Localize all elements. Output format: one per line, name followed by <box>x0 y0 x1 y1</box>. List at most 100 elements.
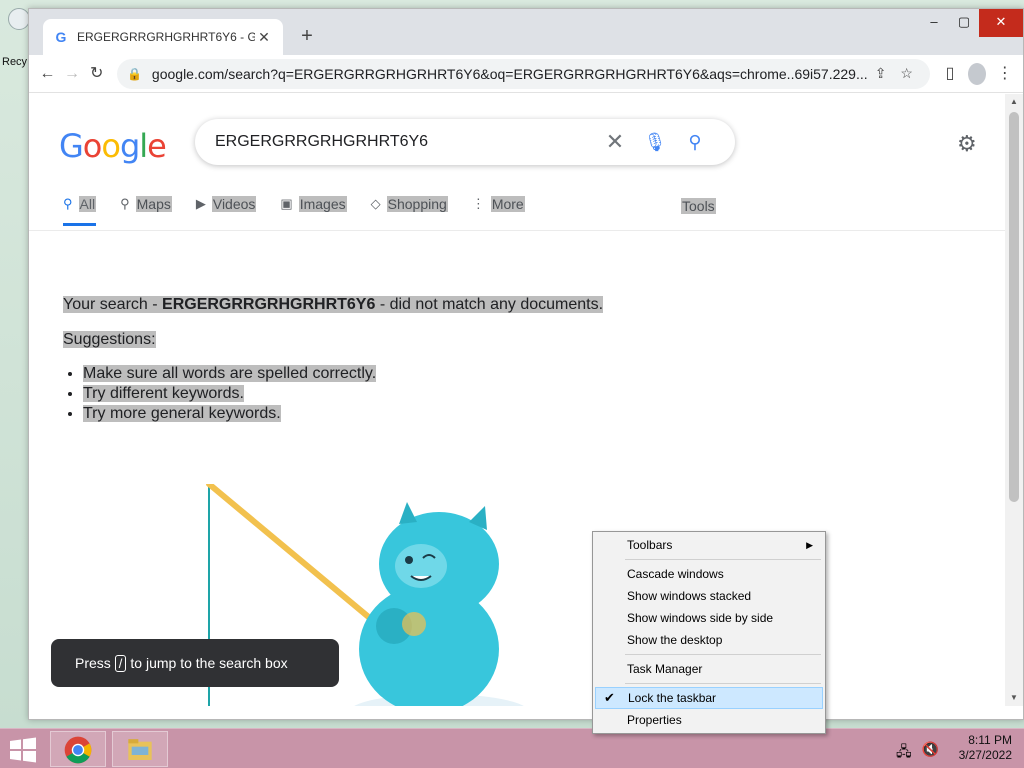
window-controls: – ▢ ✕ <box>919 9 1023 37</box>
system-tray: 🖧 🔇 <box>896 741 939 765</box>
no-result-suffix: - did not match any documents. <box>375 296 604 313</box>
more-vert-icon: ⋮ <box>471 196 485 211</box>
menu-item-label: Show windows stacked <box>627 589 752 603</box>
address-bar[interactable]: 🔒 google.com/search?q=ERGERGRRGRHGRHRT6Y… <box>116 58 930 89</box>
menu-item-cascade-windows[interactable]: Cascade windows <box>595 563 823 585</box>
tab-label: Images <box>298 196 347 212</box>
browser-toolbar: ← → ↻ 🔒 google.com/search?q=ERGERGRRGRHG… <box>29 55 1023 93</box>
menu-item-label: Properties <box>627 713 682 727</box>
menu-item-show-windows-side-by-side[interactable]: Show windows side by side <box>595 607 823 629</box>
settings-gear-icon[interactable]: ⚙ <box>957 131 977 157</box>
search-input[interactable]: ERGERGRRGRHGRHRT6Y6 <box>215 133 595 151</box>
menu-item-show-windows-stacked[interactable]: Show windows stacked <box>595 585 823 607</box>
keyboard-shortcut-toast: Press / to jump to the search box <box>51 639 339 687</box>
chrome-icon <box>64 736 92 764</box>
divider <box>29 230 1005 231</box>
menu-item-toolbars[interactable]: Toolbars ▶ <box>595 534 823 556</box>
suggestion-text: Make sure all words are spelled correctl… <box>83 365 377 382</box>
tab-images[interactable]: ▣ Images <box>280 190 347 224</box>
network-icon[interactable]: 🖧 <box>896 741 912 765</box>
no-result-prefix: Your search - <box>63 296 163 313</box>
close-window-button[interactable]: ✕ <box>979 9 1023 37</box>
maximize-button[interactable]: ▢ <box>949 9 979 37</box>
play-icon: ▶ <box>195 196 206 211</box>
vertical-scroll-thumb[interactable] <box>1009 112 1019 502</box>
bookmark-star-icon[interactable]: ☆ <box>894 65 920 82</box>
taskbar-chrome-button[interactable] <box>50 731 106 767</box>
tab-label: Maps <box>135 196 172 212</box>
side-panel-icon[interactable]: ▯ <box>938 59 963 89</box>
menu-separator <box>625 559 821 560</box>
suggestions-heading-text: Suggestions: <box>63 331 156 348</box>
back-button[interactable]: ← <box>35 59 60 89</box>
taskbar: 🖧 🔇 8:11 PM 3/27/2022 <box>0 728 1024 768</box>
list-item: Make sure all words are spelled correctl… <box>83 365 377 383</box>
submenu-arrow-icon: ▶ <box>806 540 813 550</box>
vertical-scrollbar[interactable]: ▲ ▼ <box>1005 94 1023 706</box>
url-text[interactable]: google.com/search?q=ERGERGRRGRHGRHRT6Y6&… <box>152 66 868 82</box>
clock-time: 8:11 PM <box>968 733 1012 747</box>
tab-videos[interactable]: ▶ Videos <box>196 190 257 224</box>
toast-text-after: to jump to the search box <box>130 655 288 671</box>
menu-item-label: Toolbars <box>627 538 673 552</box>
suggestions-list: Make sure all words are spelled correctl… <box>83 365 377 425</box>
toast-text-before: Press <box>75 655 111 671</box>
menu-item-label: Lock the taskbar <box>628 691 717 705</box>
taskbar-file-explorer-button[interactable] <box>112 731 168 767</box>
menu-separator <box>625 654 821 655</box>
browser-tab[interactable]: G ERGERGRRGRHGRHRT6Y6 - Goo ✕ <box>43 19 283 55</box>
chrome-menu-icon[interactable]: ⋮ <box>992 59 1017 89</box>
search-results-page: Google ERGERGRRGRHGRHRT6Y6 ✕ 🎙 ⚲ ⚙ ⚲ All … <box>29 94 1005 706</box>
recycle-bin-icon <box>8 8 30 30</box>
clear-search-icon[interactable]: ✕ <box>595 129 635 155</box>
windows-start-icon[interactable] <box>8 737 38 763</box>
menu-item-properties[interactable]: Properties <box>595 709 823 731</box>
new-tab-button[interactable]: + <box>295 25 319 48</box>
menu-item-lock-the-taskbar[interactable]: ✔ Lock the taskbar <box>595 687 823 709</box>
minimize-button[interactable]: – <box>919 9 949 37</box>
google-logo[interactable]: Google <box>59 127 167 165</box>
search-icon[interactable]: ⚲ <box>675 132 715 153</box>
list-item: Try different keywords. <box>83 385 376 403</box>
suggestion-text: Try different keywords. <box>83 385 244 402</box>
forward-button[interactable]: → <box>60 59 85 89</box>
menu-item-task-manager[interactable]: Task Manager <box>595 658 823 680</box>
menu-item-label: Task Manager <box>627 662 703 676</box>
tab-label: Shopping <box>386 196 448 212</box>
tab-all[interactable]: ⚲ All <box>63 190 97 226</box>
scroll-up-arrow-icon[interactable]: ▲ <box>1005 94 1023 110</box>
suggestion-text: Try more general keywords. <box>83 405 281 422</box>
tools-button[interactable]: Tools <box>681 198 716 214</box>
tab-label: More <box>490 196 525 212</box>
close-tab-icon[interactable]: ✕ <box>255 29 273 46</box>
search-box[interactable]: ERGERGRRGRHGRHRT6Y6 ✕ 🎙 ⚲ <box>195 119 735 165</box>
clock[interactable]: 8:11 PM 3/27/2022 <box>959 733 1012 763</box>
tab-maps[interactable]: ⚲ Maps <box>120 190 172 224</box>
share-icon[interactable]: ⇪ <box>868 65 894 82</box>
volume-muted-icon[interactable]: 🔇 <box>922 741 939 765</box>
scroll-down-arrow-icon[interactable]: ▼ <box>1005 690 1023 706</box>
menu-item-label: Show windows side by side <box>627 611 774 625</box>
tab-title: ERGERGRRGRHGRHRT6Y6 - Goo <box>77 30 255 44</box>
clock-date: 3/27/2022 <box>958 748 1012 762</box>
taskbar-context-menu: Toolbars ▶ Cascade windows Show windows s… <box>592 531 826 734</box>
menu-item-show-the-desktop[interactable]: Show the desktop <box>595 629 823 651</box>
map-pin-icon: ⚲ <box>120 196 130 211</box>
list-item: Try more general keywords. <box>83 405 376 423</box>
menu-separator <box>625 683 821 684</box>
desktop-icon-label: Recy <box>2 56 28 68</box>
reload-button[interactable]: ↻ <box>84 59 109 89</box>
menu-item-label: Cascade windows <box>627 567 724 581</box>
search-icon: ⚲ <box>63 196 73 211</box>
menu-item-label: Show the desktop <box>627 633 723 647</box>
profile-avatar[interactable] <box>968 62 987 85</box>
suggestions-heading: Suggestions: <box>63 331 156 349</box>
no-results-message: Your search - ERGERGRRGRHGRHRT6Y6 - did … <box>63 296 604 314</box>
image-icon: ▣ <box>280 196 293 211</box>
tab-shopping[interactable]: ◇ Shopping <box>371 190 448 224</box>
lock-icon[interactable]: 🔒 <box>127 67 142 81</box>
tab-more[interactable]: ⋮ More <box>472 190 525 224</box>
recycle-bin-desktop-icon[interactable]: Recy <box>2 8 30 78</box>
microphone-icon[interactable]: 🎙 <box>635 132 675 153</box>
tag-icon: ◇ <box>370 196 381 211</box>
